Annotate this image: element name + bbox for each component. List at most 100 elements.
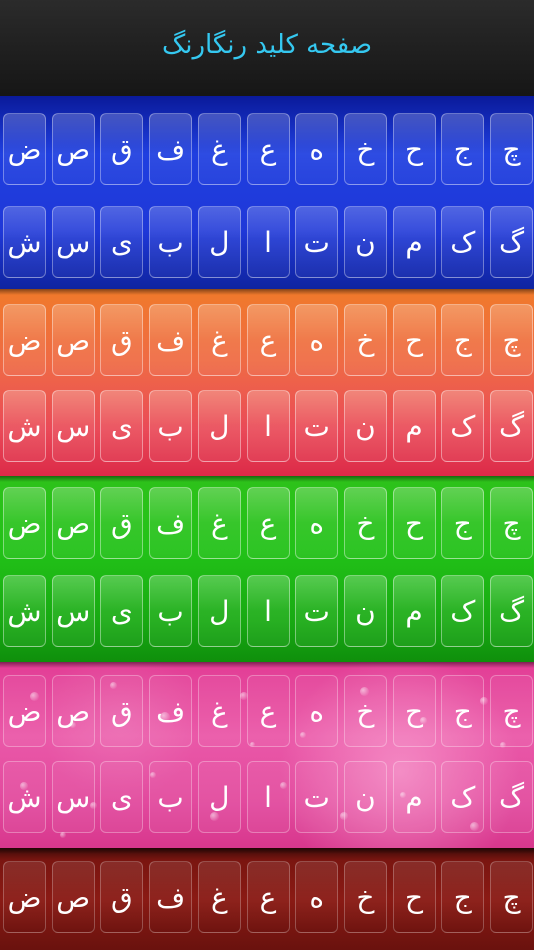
key-top-1[interactable]: ج: [441, 304, 485, 376]
key-top-7[interactable]: ف: [149, 861, 193, 933]
key-top-2[interactable]: ح: [392, 113, 436, 185]
key-bottom-7[interactable]: ب: [149, 575, 193, 647]
key-top-0[interactable]: چ: [490, 487, 533, 559]
key-top-9[interactable]: ص: [51, 675, 95, 747]
key-top-2[interactable]: ح: [392, 675, 436, 747]
key-top-3[interactable]: خ: [343, 304, 387, 376]
key-top-3[interactable]: خ: [343, 113, 387, 185]
key-top-4[interactable]: ه: [295, 861, 339, 933]
theme-preview-pink[interactable]: چجحخهعغفقصض گکمنتالبیسش: [0, 662, 534, 848]
key-bottom-0[interactable]: گ: [490, 390, 533, 462]
key-bottom-0[interactable]: گ: [490, 206, 533, 278]
key-top-2[interactable]: ح: [392, 487, 436, 559]
key-top-7[interactable]: ف: [149, 675, 193, 747]
key-top-0[interactable]: چ: [490, 675, 533, 747]
key-bottom-3[interactable]: ن: [343, 390, 387, 462]
key-top-3[interactable]: خ: [343, 675, 387, 747]
key-top-5[interactable]: ع: [246, 861, 290, 933]
key-top-10[interactable]: ض: [3, 487, 46, 559]
key-bottom-1[interactable]: ک: [441, 761, 485, 833]
key-top-8[interactable]: ق: [100, 113, 144, 185]
key-bottom-0[interactable]: گ: [490, 761, 533, 833]
key-top-5[interactable]: ع: [246, 304, 290, 376]
key-bottom-2[interactable]: م: [392, 390, 436, 462]
key-bottom-6[interactable]: ل: [197, 761, 241, 833]
key-bottom-10[interactable]: ش: [3, 575, 46, 647]
key-bottom-6[interactable]: ل: [197, 575, 241, 647]
key-bottom-8[interactable]: ی: [100, 206, 144, 278]
key-bottom-8[interactable]: ی: [100, 761, 144, 833]
key-bottom-10[interactable]: ش: [3, 390, 46, 462]
key-top-6[interactable]: غ: [197, 113, 241, 185]
key-top-10[interactable]: ض: [3, 675, 46, 747]
key-top-1[interactable]: ج: [441, 113, 485, 185]
key-bottom-4[interactable]: ت: [295, 390, 339, 462]
key-bottom-5[interactable]: ا: [246, 761, 290, 833]
key-bottom-6[interactable]: ل: [197, 206, 241, 278]
key-top-9[interactable]: ص: [51, 487, 95, 559]
key-bottom-4[interactable]: ت: [295, 206, 339, 278]
key-bottom-3[interactable]: ن: [343, 206, 387, 278]
key-top-4[interactable]: ه: [295, 113, 339, 185]
theme-preview-orange[interactable]: چجحخهعغفقصض گکمنتالبیسش: [0, 289, 534, 476]
key-bottom-10[interactable]: ش: [3, 206, 46, 278]
key-bottom-9[interactable]: س: [51, 575, 95, 647]
key-bottom-1[interactable]: ک: [441, 575, 485, 647]
key-bottom-2[interactable]: م: [392, 206, 436, 278]
theme-preview-dark-red[interactable]: چجحخهعغفقصض: [0, 848, 534, 950]
key-bottom-4[interactable]: ت: [295, 575, 339, 647]
key-bottom-2[interactable]: م: [392, 575, 436, 647]
key-top-4[interactable]: ه: [295, 675, 339, 747]
key-bottom-2[interactable]: م: [392, 761, 436, 833]
key-bottom-10[interactable]: ش: [3, 761, 46, 833]
key-top-1[interactable]: ج: [441, 487, 485, 559]
key-bottom-5[interactable]: ا: [246, 575, 290, 647]
key-top-3[interactable]: خ: [343, 487, 387, 559]
key-bottom-8[interactable]: ی: [100, 390, 144, 462]
key-top-6[interactable]: غ: [197, 861, 241, 933]
key-bottom-1[interactable]: ک: [441, 206, 485, 278]
key-top-0[interactable]: چ: [490, 304, 533, 376]
theme-preview-blue[interactable]: چجحخهعغفقصض گکمنتالبیسش: [0, 96, 534, 289]
key-bottom-9[interactable]: س: [51, 761, 95, 833]
key-top-6[interactable]: غ: [197, 304, 241, 376]
key-top-7[interactable]: ف: [149, 304, 193, 376]
key-top-5[interactable]: ع: [246, 113, 290, 185]
theme-preview-green[interactable]: چجحخهعغفقصض گکمنتالبیسش: [0, 476, 534, 662]
key-bottom-0[interactable]: گ: [490, 575, 533, 647]
key-top-4[interactable]: ه: [295, 304, 339, 376]
key-top-9[interactable]: ص: [51, 113, 95, 185]
key-top-8[interactable]: ق: [100, 861, 144, 933]
key-bottom-8[interactable]: ی: [100, 575, 144, 647]
key-bottom-9[interactable]: س: [51, 206, 95, 278]
key-top-7[interactable]: ف: [149, 113, 193, 185]
key-top-10[interactable]: ض: [3, 304, 46, 376]
key-bottom-3[interactable]: ن: [343, 575, 387, 647]
key-bottom-5[interactable]: ا: [246, 390, 290, 462]
key-top-0[interactable]: چ: [490, 113, 533, 185]
key-top-1[interactable]: ج: [441, 675, 485, 747]
key-top-2[interactable]: ح: [392, 304, 436, 376]
key-bottom-4[interactable]: ت: [295, 761, 339, 833]
key-bottom-7[interactable]: ب: [149, 761, 193, 833]
key-top-3[interactable]: خ: [343, 861, 387, 933]
key-top-8[interactable]: ق: [100, 487, 144, 559]
key-bottom-5[interactable]: ا: [246, 206, 290, 278]
key-top-5[interactable]: ع: [246, 675, 290, 747]
key-bottom-7[interactable]: ب: [149, 390, 193, 462]
key-bottom-6[interactable]: ل: [197, 390, 241, 462]
key-top-8[interactable]: ق: [100, 304, 144, 376]
key-top-9[interactable]: ص: [51, 861, 95, 933]
key-top-10[interactable]: ض: [3, 861, 46, 933]
key-top-4[interactable]: ه: [295, 487, 339, 559]
key-top-7[interactable]: ف: [149, 487, 193, 559]
key-top-0[interactable]: چ: [490, 861, 533, 933]
key-top-6[interactable]: غ: [197, 675, 241, 747]
key-bottom-7[interactable]: ب: [149, 206, 193, 278]
key-bottom-3[interactable]: ن: [343, 761, 387, 833]
key-top-8[interactable]: ق: [100, 675, 144, 747]
key-top-1[interactable]: ج: [441, 861, 485, 933]
key-top-2[interactable]: ح: [392, 861, 436, 933]
key-bottom-1[interactable]: ک: [441, 390, 485, 462]
key-top-6[interactable]: غ: [197, 487, 241, 559]
